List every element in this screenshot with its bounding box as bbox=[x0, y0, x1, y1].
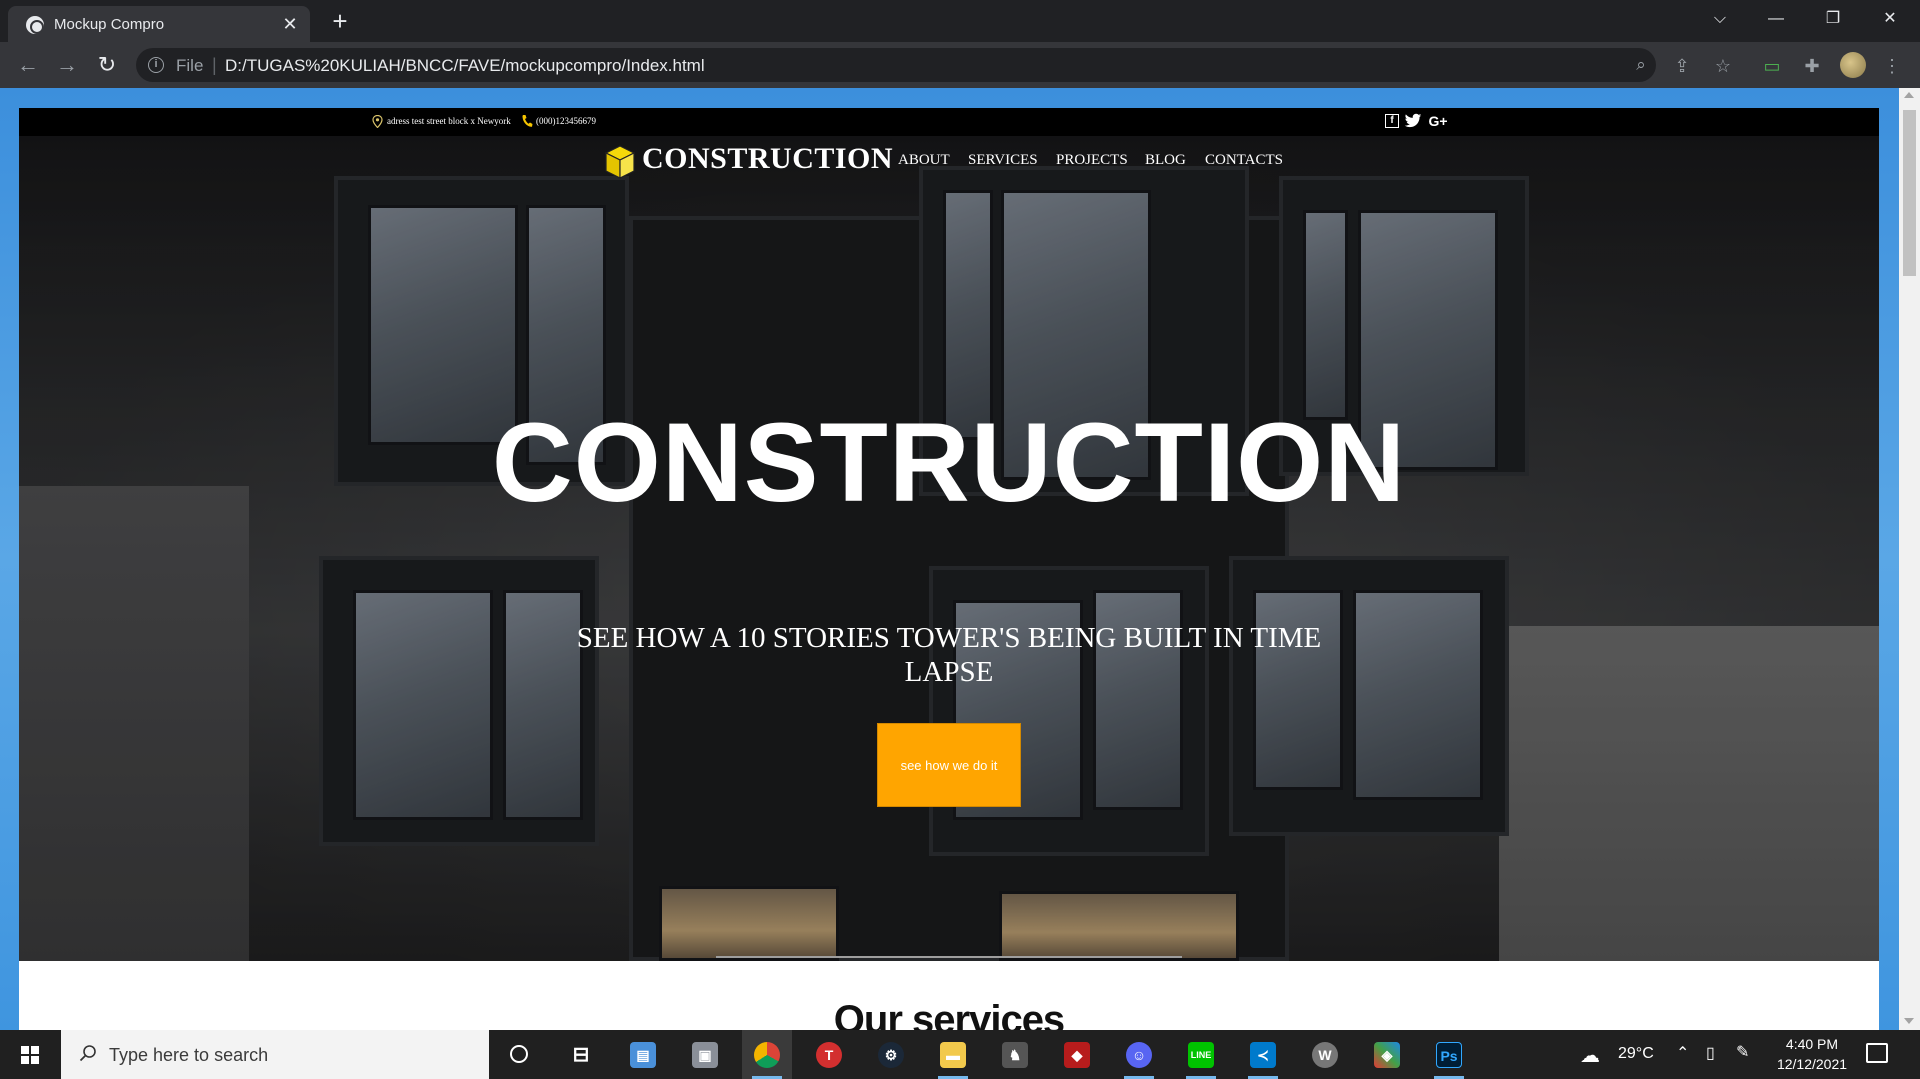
pen-icon[interactable]: ✎ bbox=[1736, 1042, 1749, 1062]
hero-subtitle: SEE HOW A 10 STORIES TOWER'S BEING BUILT… bbox=[576, 622, 1322, 688]
facebook-icon[interactable]: f bbox=[1385, 114, 1399, 128]
new-tab-button[interactable]: + bbox=[326, 8, 354, 36]
battery-icon[interactable]: ▯ bbox=[1706, 1043, 1715, 1063]
discord-icon[interactable]: ☺ bbox=[1114, 1030, 1164, 1079]
weather-cloud-icon[interactable]: ☁ bbox=[1580, 1043, 1600, 1068]
tab-close-button[interactable]: ✕ bbox=[280, 14, 300, 34]
taskbar-clock[interactable]: 4:40 PM 12/12/2021 bbox=[1762, 1034, 1862, 1074]
tab-search-button[interactable]: ⌵ bbox=[1700, 4, 1740, 34]
page-scrollbar[interactable] bbox=[1899, 88, 1920, 1030]
section-divider bbox=[716, 956, 1182, 958]
brand-name[interactable]: CONSTRUCTION bbox=[642, 142, 893, 176]
windows-logo-icon bbox=[21, 1046, 39, 1064]
nav-projects[interactable]: PROJECTS bbox=[1056, 152, 1128, 169]
scroll-thumb[interactable] bbox=[1903, 110, 1916, 276]
share-icon[interactable]: ⇪ bbox=[1670, 54, 1694, 78]
cortana-icon[interactable] bbox=[494, 1030, 544, 1079]
git-app-icon[interactable]: ◈ bbox=[1362, 1030, 1412, 1079]
w-app-icon[interactable]: W bbox=[1300, 1030, 1350, 1079]
line-icon[interactable]: LINE bbox=[1176, 1030, 1226, 1079]
close-window-button[interactable]: ✕ bbox=[1870, 4, 1910, 34]
services-heading: Our services bbox=[833, 998, 1065, 1030]
see-how-button[interactable]: see how we do it bbox=[877, 723, 1021, 807]
hero-section: CONSTRUCTION ABOUT SERVICES PROJECTS BLO… bbox=[19, 136, 1879, 961]
globe-icon bbox=[26, 16, 44, 34]
address-text: adress test street block x Newyork bbox=[387, 116, 511, 126]
nav-services[interactable]: SERVICES bbox=[968, 152, 1038, 169]
windows-taskbar: Type here to search ⊟ ▤ ▣ T ⚙ ▬ ♞ ◆ ☺ LI… bbox=[0, 1030, 1920, 1079]
forward-icon[interactable]: → bbox=[53, 52, 81, 80]
cube-logo-icon bbox=[604, 145, 636, 179]
url-scheme: File bbox=[176, 56, 204, 75]
show-hidden-icons-icon[interactable]: ⌃ bbox=[1676, 1043, 1689, 1063]
game-app-icon[interactable]: ♞ bbox=[990, 1030, 1040, 1079]
phone-text: (000)123456679 bbox=[536, 116, 596, 126]
info-icon[interactable]: i bbox=[148, 57, 164, 73]
search-placeholder: Type here to search bbox=[109, 1045, 269, 1065]
hero-overlay bbox=[19, 136, 1879, 961]
url-separator: | bbox=[212, 55, 217, 75]
restore-button[interactable]: ❐ bbox=[1813, 4, 1853, 34]
start-button[interactable] bbox=[0, 1030, 60, 1079]
browser-toolbar: ← → ↻ i File | D:/TUGAS%20KULIAH/BNCC/FA… bbox=[0, 42, 1920, 88]
contact-bar: adress test street block x Newyork (000)… bbox=[19, 108, 1879, 136]
scroll-up-icon[interactable] bbox=[1904, 92, 1914, 98]
menu-icon[interactable]: ⋮ bbox=[1880, 54, 1904, 78]
t-app-icon[interactable]: T bbox=[804, 1030, 854, 1079]
url-text[interactable]: D:/TUGAS%20KULIAH/BNCC/FAVE/mockupcompro… bbox=[225, 56, 705, 76]
clock-date: 12/12/2021 bbox=[1776, 1056, 1848, 1072]
cast-icon[interactable]: ▭ bbox=[1760, 54, 1784, 78]
nav-blog[interactable]: BLOG bbox=[1145, 152, 1186, 169]
google-plus-icon[interactable]: G+ bbox=[1426, 113, 1450, 129]
red-app-icon[interactable]: ◆ bbox=[1052, 1030, 1102, 1079]
notification-icon[interactable] bbox=[1866, 1043, 1888, 1063]
location-pin-icon bbox=[372, 115, 383, 128]
address-bar[interactable]: i File | D:/TUGAS%20KULIAH/BNCC/FAVE/moc… bbox=[136, 48, 1656, 82]
reload-icon[interactable]: ↻ bbox=[93, 52, 121, 80]
star-icon[interactable]: ☆ bbox=[1711, 54, 1735, 78]
extensions-icon[interactable]: ✚ bbox=[1800, 54, 1824, 78]
tab-strip: Mockup Compro ✕ + ⌵ — ❐ ✕ bbox=[0, 0, 1920, 42]
back-icon[interactable]: ← bbox=[14, 52, 42, 80]
weather-temperature[interactable]: 29°C bbox=[1618, 1045, 1654, 1063]
tab-mockup-compro[interactable]: Mockup Compro ✕ bbox=[8, 6, 310, 42]
vscode-icon[interactable]: ≺ bbox=[1238, 1030, 1288, 1079]
taskbar-search[interactable]: Type here to search bbox=[61, 1030, 489, 1079]
search-icon bbox=[79, 1045, 96, 1062]
clock-time: 4:40 PM bbox=[1785, 1036, 1839, 1052]
task-view-icon[interactable]: ⊟ bbox=[556, 1030, 606, 1079]
nav-contacts[interactable]: CONTACTS bbox=[1205, 152, 1283, 169]
tab-title: Mockup Compro bbox=[54, 16, 165, 33]
twitter-icon[interactable] bbox=[1404, 113, 1422, 129]
avatar[interactable] bbox=[1840, 52, 1866, 78]
network-app-icon[interactable]: ▣ bbox=[680, 1030, 730, 1079]
minimize-button[interactable]: — bbox=[1756, 4, 1796, 34]
contacts-app-icon[interactable]: ▤ bbox=[618, 1030, 668, 1079]
scroll-down-icon[interactable] bbox=[1904, 1018, 1914, 1024]
hero-title: CONSTRUCTION bbox=[491, 400, 1407, 525]
chrome-icon[interactable] bbox=[742, 1030, 792, 1079]
phone-icon bbox=[522, 115, 533, 127]
steam-icon[interactable]: ⚙ bbox=[866, 1030, 916, 1079]
photoshop-icon[interactable]: Ps bbox=[1424, 1030, 1474, 1079]
file-explorer-icon[interactable]: ▬ bbox=[928, 1030, 978, 1079]
web-page: adress test street block x Newyork (000)… bbox=[19, 108, 1879, 1030]
nav-about[interactable]: ABOUT bbox=[898, 152, 950, 169]
zoom-icon[interactable]: ⌕ bbox=[1631, 56, 1651, 76]
